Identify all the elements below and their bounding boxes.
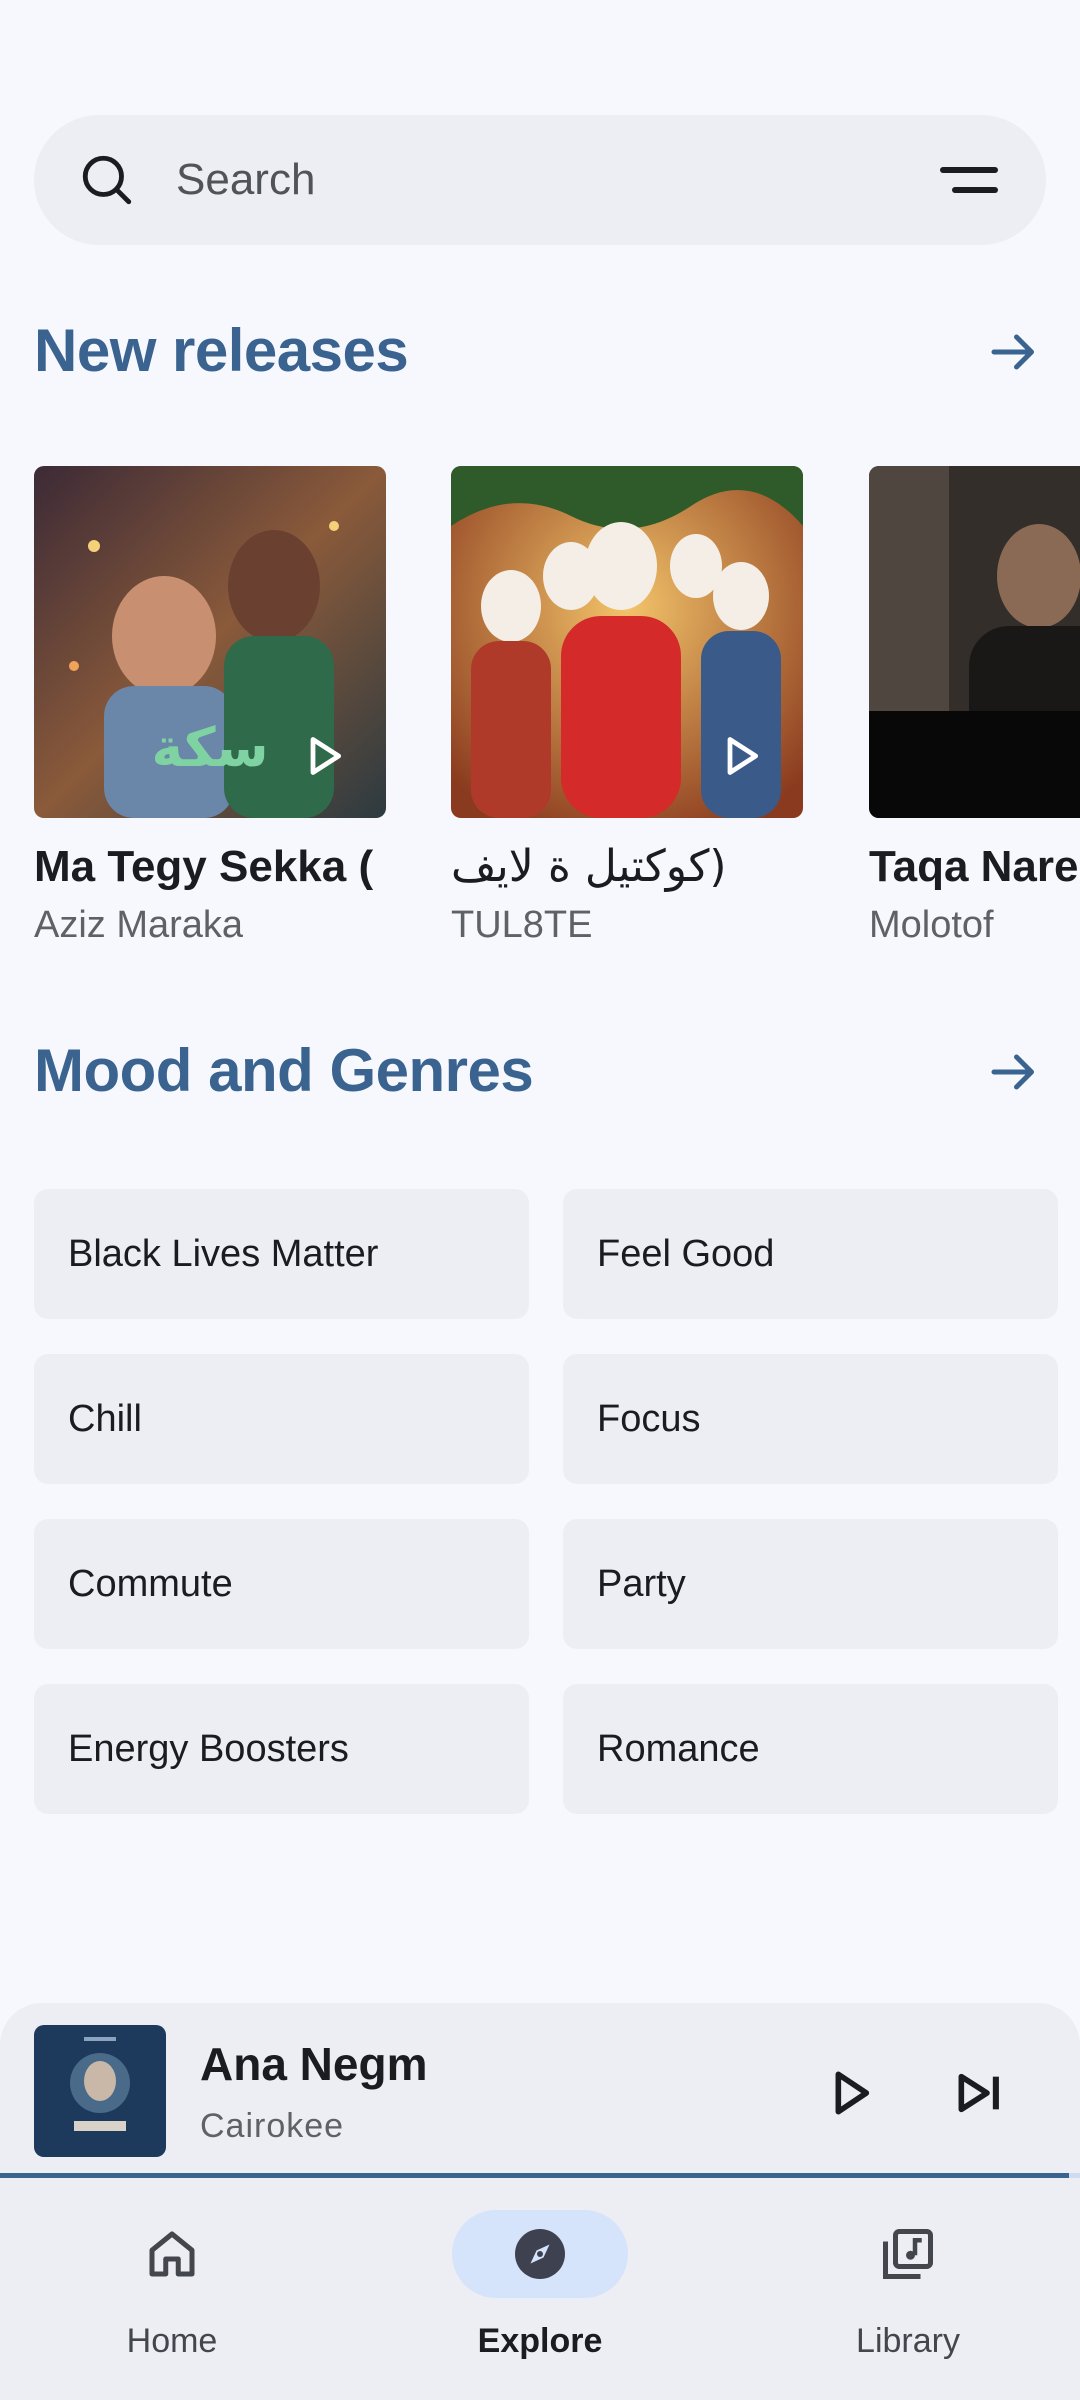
genre-focus[interactable]: Focus [563,1354,1058,1484]
genre-feel-good[interactable]: Feel Good [563,1189,1058,1319]
album-artist: Molotof [869,904,994,946]
nav-home[interactable]: Home [56,2210,296,2370]
mini-player[interactable]: Ana Negm Cairokee [0,2003,1080,2178]
album-cover [869,466,1080,818]
play-icon[interactable] [302,734,346,778]
bottom-navigation: Home Explore Library [0,2178,1080,2400]
now-playing-artist: Cairokee [200,2107,345,2145]
svg-text:سكة: سكة [151,716,268,779]
nav-library[interactable]: Library [792,2210,1032,2370]
album-title: Taqa Nare [869,842,1079,891]
play-icon[interactable] [822,2065,878,2121]
play-icon[interactable] [719,734,763,778]
album-cover: سكة [34,466,386,818]
filter-icon[interactable] [940,163,998,197]
skip-next-icon[interactable] [952,2065,1008,2121]
now-playing-artwork [34,2025,166,2157]
library-music-icon [883,2229,933,2279]
genre-romance[interactable]: Romance [563,1684,1058,1814]
genre-energy-boosters[interactable]: Energy Boosters [34,1684,529,1814]
search-input[interactable]: Search [176,155,315,205]
mood-genres-more-arrow-icon[interactable] [984,1042,1044,1102]
genre-commute[interactable]: Commute [34,1519,529,1649]
mood-genres-title: Mood and Genres [34,1037,534,1104]
album-title: Ma Tegy Sekka ( [34,842,374,891]
new-releases-more-arrow-icon[interactable] [984,322,1044,382]
genre-black-lives-matter[interactable]: Black Lives Matter [34,1189,529,1319]
compass-icon [515,2229,565,2279]
nav-explore-label: Explore [477,2322,603,2360]
nav-library-label: Library [856,2322,960,2360]
search-bar[interactable]: Search [34,115,1046,245]
new-releases-title: New releases [34,317,409,384]
album-card[interactable]: Taqa Nare Molotof [869,466,1080,956]
genre-chill[interactable]: Chill [34,1354,529,1484]
home-icon [149,2231,195,2277]
search-icon [82,155,132,205]
album-title: كوكتيل ة لايف) [451,841,727,892]
album-cover [451,466,803,818]
nav-explore[interactable]: Explore [424,2210,664,2370]
album-artist: TUL8TE [451,904,593,946]
genre-party[interactable]: Party [563,1519,1058,1649]
nav-home-label: Home [126,2322,218,2360]
album-artist: Aziz Maraka [34,904,244,946]
now-playing-title: Ana Negm [200,2038,428,2090]
